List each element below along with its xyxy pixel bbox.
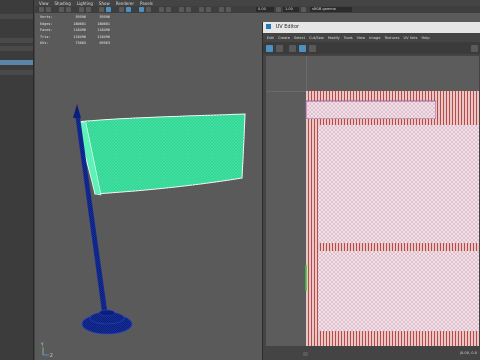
uv-grid-icon[interactable] — [289, 45, 296, 52]
uv-texture-icon[interactable] — [299, 45, 306, 52]
uv-shell-flag-back — [306, 251, 479, 331]
uv-editor-status-bar: (0.00, 0.0 — [263, 348, 480, 360]
left-panel-row[interactable] — [0, 38, 33, 43]
uv-menu-select[interactable]: Select — [294, 36, 305, 40]
uv-menu-edit[interactable]: Edit — [267, 36, 274, 40]
uv-coordinates: (0.00, 0.0 — [459, 351, 477, 355]
uv-menu-textures[interactable]: Textures — [384, 36, 399, 40]
uv-checker-icon[interactable] — [309, 45, 316, 52]
maya-app-icon — [266, 24, 271, 29]
uv-status-icon[interactable] — [303, 352, 308, 356]
uv-editor-title-bar[interactable]: UV Editor — [263, 22, 480, 33]
left-panel-row[interactable] — [0, 14, 33, 19]
pole-tip — [73, 104, 81, 118]
uv-menu-create[interactable]: Create — [278, 36, 290, 40]
uv-shell-strip — [305, 100, 437, 120]
uv-shell-top — [306, 91, 479, 101]
uv-menu-image[interactable]: Image — [369, 36, 380, 40]
uv-canvas[interactable] — [266, 56, 479, 346]
uv-menu-modify[interactable]: Modify — [328, 36, 340, 40]
left-panel-row[interactable] — [0, 46, 33, 51]
uv-move-icon[interactable] — [276, 45, 283, 52]
uv-menu-cut-sew[interactable]: Cut/Sew — [309, 36, 324, 40]
uv-shells[interactable] — [266, 56, 479, 346]
axis-z-label: Z — [50, 353, 53, 358]
uv-toolkit-icon[interactable] — [471, 45, 478, 52]
left-panel-row-selected[interactable] — [0, 60, 33, 65]
uv-editor-toolbar — [263, 42, 480, 54]
uv-menu-tools[interactable]: Tools — [344, 36, 353, 40]
uv-menu-uv-sets[interactable]: UV Sets — [403, 36, 417, 40]
uv-editor-window[interactable]: UV Editor Edit Create Select Cut/Sew Mod… — [262, 22, 480, 360]
axis-y-label: Y — [40, 342, 44, 347]
uv-menu-help[interactable]: Help — [421, 36, 429, 40]
left-panel — [0, 0, 34, 360]
uv-editor-title: UV Editor — [275, 24, 300, 30]
uv-select-icon[interactable] — [266, 45, 273, 52]
uv-editor-menu-bar: Edit Create Select Cut/Sew Modify Tools … — [263, 35, 480, 41]
uv-menu-view[interactable]: View — [357, 36, 366, 40]
uv-shell-flag-front — [306, 125, 479, 243]
left-panel-row[interactable] — [0, 70, 33, 75]
